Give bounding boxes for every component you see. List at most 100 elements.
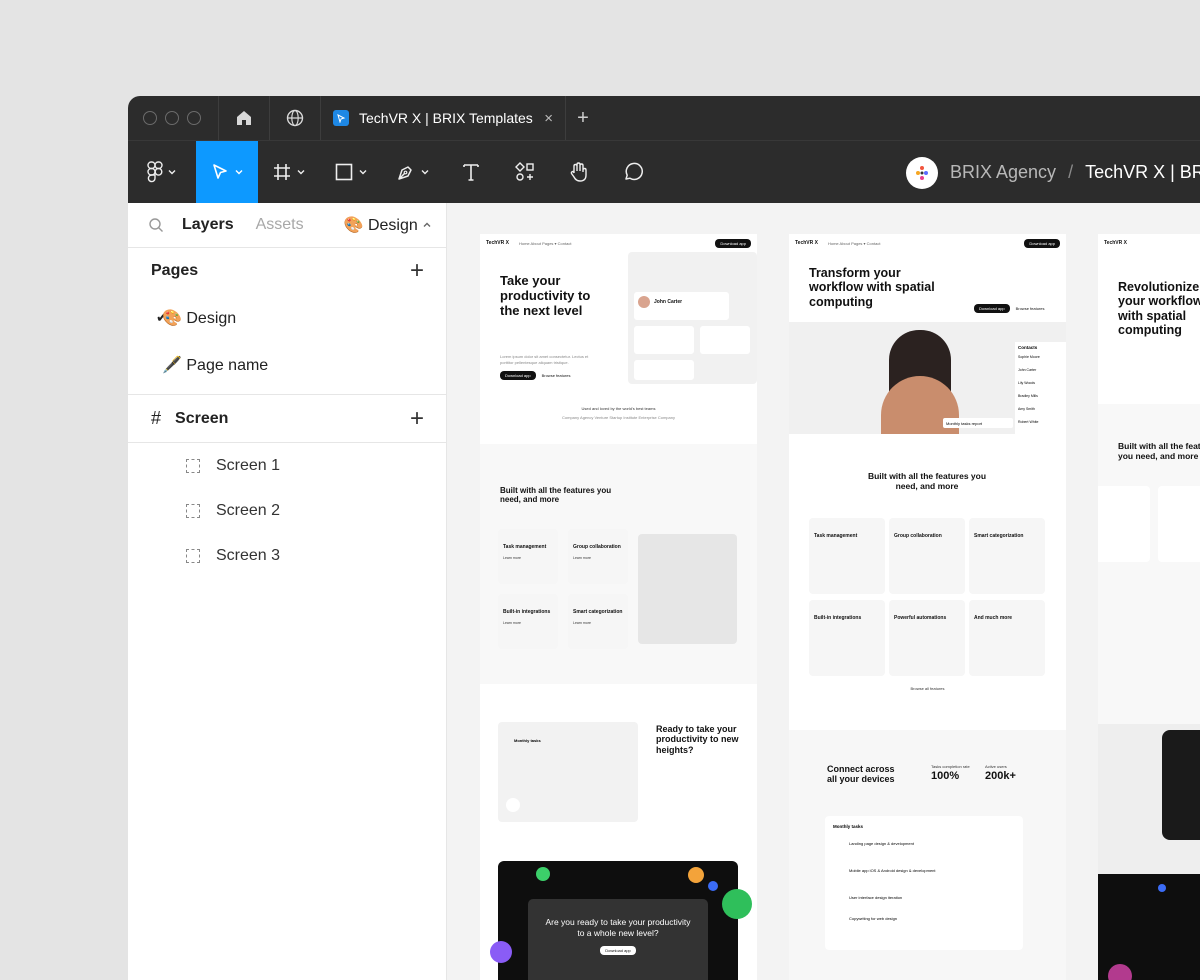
mock-profile-name: John Carter [654, 299, 683, 305]
mock-features-heading: Built with all the features you need, an… [500, 486, 612, 505]
window-controls [128, 111, 218, 125]
breadcrumb-team[interactable]: BRIX Agency [950, 162, 1056, 183]
mock-features-heading: Built with all the features you need, an… [1118, 441, 1200, 461]
screen-frame-3[interactable]: TechVR X Revolutionize your workflow wit… [1098, 234, 1200, 980]
layer-item-screen-3[interactable]: Screen 3 [128, 533, 446, 578]
mock-learn-more: Learn more [573, 556, 591, 560]
tab-layers[interactable]: Layers [182, 216, 234, 234]
mock-stat-2: Active users 200k+ [985, 764, 1016, 782]
maximize-window-button[interactable] [187, 111, 201, 125]
mock-task-item: Landing page design & development [849, 841, 914, 846]
brix-logo-icon [916, 165, 928, 180]
chevron-down-icon [168, 170, 176, 175]
checkmark-icon: ✔ [156, 309, 168, 325]
mock-tasks-title: Monthly tasks [833, 824, 864, 829]
mock-bubble [688, 867, 704, 883]
mock-connect-section: Connect across all your devices Tasks co… [789, 730, 1066, 980]
figma-file-icon [333, 110, 349, 126]
mock-hero-image: Monthly tasks report Contacts Sophie Moo… [789, 322, 1066, 434]
layer-item-screen-1[interactable]: Screen 1 [128, 443, 446, 488]
mock-feature-card [1158, 486, 1200, 562]
mock-trusted-title: Used and loved by the world's best teams [581, 406, 656, 411]
mock-task-item: Mobile app iOS & Android design & develo… [849, 868, 936, 873]
mock-hero-dashboard: John Carter [628, 252, 757, 384]
search-icon[interactable] [148, 217, 164, 233]
mock-task-item: Copywriting for web design [849, 916, 898, 921]
add-page-button[interactable]: + [410, 259, 424, 283]
mock-stat-value: 100% [931, 769, 960, 782]
file-tab[interactable]: TechVR X | BRIX Templates × [321, 96, 565, 140]
breadcrumb-file-name[interactable]: TechVR X | BRIX Templates [1085, 162, 1200, 183]
mock-learn-more: Learn more [503, 621, 521, 625]
new-tab-button[interactable]: + [566, 96, 600, 140]
hand-tool-button[interactable] [552, 141, 606, 204]
mock-connect-heading: Connect across all your devices [827, 764, 895, 785]
team-avatar[interactable] [906, 156, 938, 189]
page-item-label: 🎨 Design [162, 309, 237, 327]
frame-tool-button[interactable] [258, 141, 320, 204]
mock-hero-para: Lorem ipsum dolor sit amet consectetur. … [500, 354, 589, 365]
mock-stat-value: 200k+ [985, 769, 1016, 782]
frame-dashed-icon [186, 458, 200, 473]
layer-item-label: Screen 2 [216, 501, 281, 519]
mock-feature-title: Built-in integrations [503, 609, 551, 615]
mock-hero-para-wrap: Lorem ipsum dolor sit amet consectetur. … [500, 354, 590, 381]
mock-feature-card: Built-in integrations Learn more [498, 594, 558, 649]
mock-task-card [700, 326, 750, 354]
mock-bubble [1158, 884, 1166, 892]
cursor-arrow-icon [213, 164, 227, 179]
mock-learn-more: Learn more [573, 621, 591, 625]
screen-frame-1[interactable]: TechVR X Home About Pages ▾ Contact Down… [480, 234, 757, 980]
comment-tool-button[interactable] [606, 141, 660, 204]
shape-tool-button[interactable] [320, 141, 382, 204]
chevron-down-icon [235, 170, 243, 175]
mock-contacts-image [638, 534, 737, 644]
mock-hero-link: Browse features [541, 372, 571, 378]
tab-assets[interactable]: Assets [256, 216, 304, 234]
mock-feature-title: Group collaboration [573, 544, 621, 550]
mock-navbar: TechVR X Home About Pages ▾ Contact Down… [789, 234, 1066, 252]
community-button[interactable] [270, 96, 320, 140]
layer-item-label: Screen 3 [216, 546, 281, 564]
mock-contact: Bradley Mills [1018, 394, 1038, 398]
layer-item-screen-2[interactable]: Screen 2 [128, 488, 446, 533]
play-icon [506, 798, 520, 812]
mock-report-card: Monthly tasks report [943, 418, 1013, 428]
mock-monthly-label: Monthly tasks [514, 738, 541, 743]
mock-nav-links: Home About Pages ▾ Contact [518, 240, 572, 246]
pages-header: Pages + [128, 248, 446, 294]
home-button[interactable] [219, 96, 269, 140]
mock-feature-card: Group collaboration Learn more [568, 529, 628, 584]
design-canvas[interactable]: TechVR X Home About Pages ▾ Contact Down… [447, 203, 1200, 980]
chevron-up-icon [423, 222, 431, 227]
pen-tool-button[interactable] [382, 141, 444, 204]
mock-bubble [1108, 964, 1132, 980]
panel-tabs: Layers Assets 🎨 Design [128, 203, 446, 248]
page-item-page-name[interactable]: 🖋️ Page name [128, 341, 446, 388]
mock-task-item: User interface design iteration [849, 895, 903, 900]
mock-learn-more: Learn more [503, 556, 521, 560]
resources-tool-button[interactable] [498, 141, 552, 204]
mock-feature-card: Task management [809, 518, 885, 594]
mock-bubble [490, 941, 512, 963]
current-page-selector[interactable]: 🎨 Design [344, 215, 432, 235]
add-layer-button[interactable]: + [410, 406, 424, 431]
move-tool-button[interactable] [196, 140, 258, 204]
main-menu-button[interactable] [128, 141, 196, 204]
chevron-down-icon [297, 170, 305, 175]
minimize-window-button[interactable] [165, 111, 179, 125]
mock-headline: Revolutionize your workflow with spatial… [1118, 280, 1200, 338]
components-icon [515, 162, 534, 181]
mock-contacts-panel: Contacts Sophie Moore John Carter Lily W… [1015, 342, 1066, 434]
close-tab-icon[interactable]: × [544, 110, 553, 127]
screen-layer-header[interactable]: # Screen + [128, 395, 446, 442]
screen-frame-2[interactable]: TechVR X Home About Pages ▾ Contact Down… [789, 234, 1066, 980]
mock-cta-card: Are you ready to take your productivity … [528, 899, 708, 980]
text-tool-button[interactable] [444, 141, 498, 204]
mock-feature-card: Task management Learn more [498, 529, 558, 584]
mock-nav-button: Download app [715, 238, 751, 248]
rectangle-icon [335, 163, 353, 181]
close-window-button[interactable] [143, 111, 157, 125]
mock-features-section: Built with all the features you need, an… [480, 444, 757, 684]
page-item-design[interactable]: ✔ 🎨 Design [128, 294, 446, 341]
